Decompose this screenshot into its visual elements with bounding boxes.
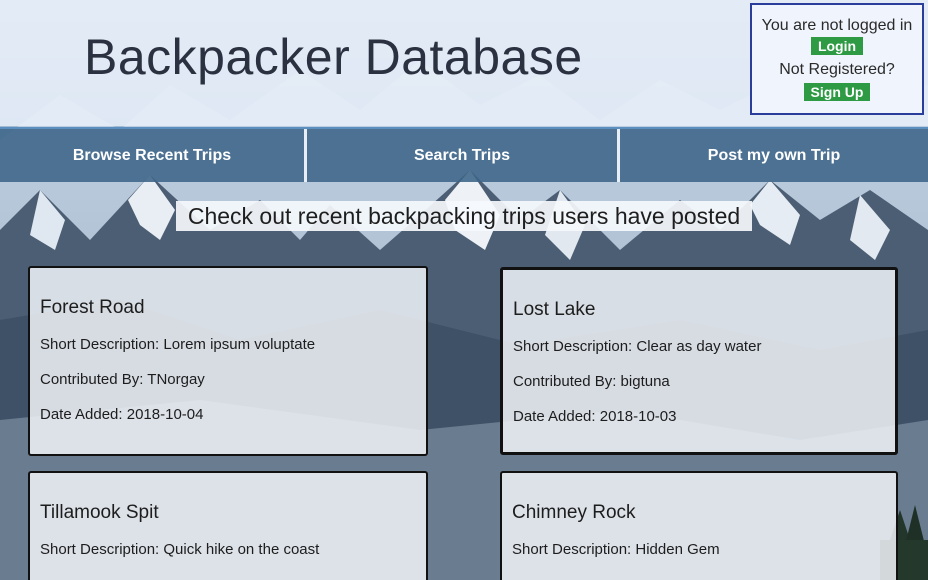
login-button[interactable]: Login: [810, 37, 864, 55]
site-title: Backpacker Database: [84, 29, 583, 85]
nav-item-browse-recent-trips[interactable]: Browse Recent Trips: [0, 129, 307, 182]
signup-button[interactable]: Sign Up: [803, 83, 871, 101]
login-panel: You are not logged in Login Not Register…: [750, 3, 924, 115]
trip-card[interactable]: Forest Road Short Description: Lorem ips…: [28, 266, 428, 456]
trip-card[interactable]: Lost Lake Short Description: Clear as da…: [500, 267, 898, 455]
trip-contributor: Contributed By: bigtuna: [513, 373, 670, 390]
nav-item-post-trip[interactable]: Post my own Trip: [620, 129, 928, 182]
trip-title: Tillamook Spit: [40, 502, 159, 523]
trip-description: Short Description: Clear as day water: [513, 338, 762, 355]
trip-title: Forest Road: [40, 297, 145, 318]
trip-title: Chimney Rock: [512, 502, 636, 523]
page-heading-wrapper: Check out recent backpacking trips users…: [0, 201, 928, 231]
register-prompt-text: Not Registered?: [779, 61, 895, 78]
trip-description: Short Description: Hidden Gem: [512, 541, 720, 558]
trip-contributor: Contributed By: TNorgay: [40, 371, 205, 388]
main-nav: Browse Recent Trips Search Trips Post my…: [0, 127, 928, 182]
trip-title: Lost Lake: [513, 299, 596, 320]
page-heading: Check out recent backpacking trips users…: [175, 201, 753, 231]
trip-date-added: Date Added: 2018-10-03: [513, 408, 677, 425]
trip-date-added: Date Added: 2018-10-04: [40, 406, 204, 423]
login-status-text: You are not logged in: [761, 17, 913, 34]
trip-card[interactable]: Chimney Rock Short Description: Hidden G…: [500, 471, 898, 580]
trip-description: Short Description: Lorem ipsum voluptate: [40, 336, 316, 353]
trip-description: Short Description: Quick hike on the coa…: [40, 541, 320, 558]
trip-card[interactable]: Tillamook Spit Short Description: Quick …: [28, 471, 428, 580]
nav-item-search-trips[interactable]: Search Trips: [307, 129, 620, 182]
